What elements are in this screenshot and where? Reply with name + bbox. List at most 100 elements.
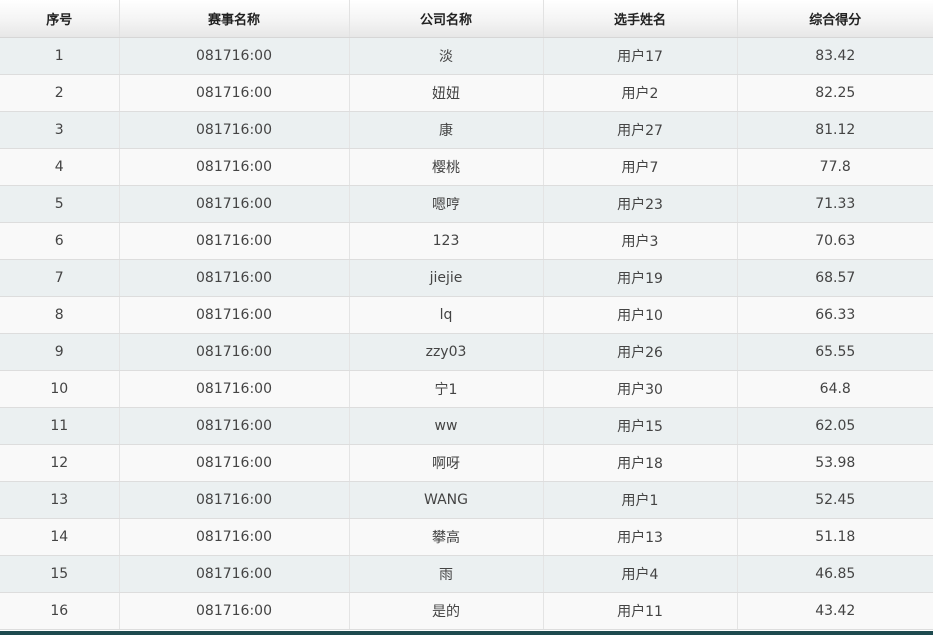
cell-index: 3 xyxy=(0,111,120,149)
table-row[interactable]: 9 081716:00 zzy03 用户26 65.55 xyxy=(0,333,933,371)
table-row[interactable]: 7 081716:00 jiejie 用户19 68.57 xyxy=(0,259,933,297)
cell-total-score: 71.33 xyxy=(737,185,933,223)
cell-total-score: 82.25 xyxy=(737,74,933,112)
header-player-name[interactable]: 选手姓名 xyxy=(543,0,738,38)
cell-total-score: 64.8 xyxy=(737,370,933,408)
cell-index: 4 xyxy=(0,148,120,186)
table-row[interactable]: 12 081716:00 啊呀 用户18 53.98 xyxy=(0,444,933,482)
cell-company-name: 妞妞 xyxy=(349,74,544,112)
cell-company-name: 啊呀 xyxy=(349,444,544,482)
cell-event-name: 081716:00 xyxy=(119,518,350,556)
cell-player-name: 用户18 xyxy=(543,444,738,482)
table-row[interactable]: 11 081716:00 ww 用户15 62.05 xyxy=(0,407,933,445)
cell-total-score: 53.98 xyxy=(737,444,933,482)
cell-index: 2 xyxy=(0,74,120,112)
cell-index: 12 xyxy=(0,444,120,482)
table-header: 序号 赛事名称 公司名称 选手姓名 综合得分 xyxy=(0,0,933,38)
cell-index: 7 xyxy=(0,259,120,297)
header-index[interactable]: 序号 xyxy=(0,0,120,38)
header-event-name[interactable]: 赛事名称 xyxy=(119,0,350,38)
cell-total-score: 81.12 xyxy=(737,111,933,149)
cell-company-name: 是的 xyxy=(349,592,544,630)
ranking-table: 序号 赛事名称 公司名称 选手姓名 综合得分 1 081716:00 淡用户17 83… xyxy=(0,0,933,630)
cell-player-name: 用户2 xyxy=(543,74,738,112)
cell-player-name: 用户30 xyxy=(543,370,738,408)
cell-index: 10 xyxy=(0,370,120,408)
header-row: 序号 赛事名称 公司名称 选手姓名 综合得分 xyxy=(0,0,933,38)
cell-player-name: 用户19 xyxy=(543,259,738,297)
cell-event-name: 081716:00 xyxy=(119,333,350,371)
cell-player-name: 用户17 xyxy=(543,37,738,75)
cell-total-score: 51.18 xyxy=(737,518,933,556)
cell-player-name: 用户13 xyxy=(543,518,738,556)
table-row[interactable]: 6 081716:00 123 用户3 70.63 xyxy=(0,222,933,260)
cell-player-name: 用户26 xyxy=(543,333,738,371)
cell-player-name: 用户27 xyxy=(543,111,738,149)
cell-total-score: 62.05 xyxy=(737,407,933,445)
table-row[interactable]: 5 081716:00 嗯哼 用户23 71.33 xyxy=(0,185,933,223)
cell-company-name: 雨 xyxy=(349,555,544,593)
cell-index: 13 xyxy=(0,481,120,519)
cell-total-score: 68.57 xyxy=(737,259,933,297)
table-row[interactable]: 14 081716:00 攀高 用户13 51.18 xyxy=(0,518,933,556)
table-body: 1 081716:00 淡用户17 83.42 2 081716:00 妞妞 用户2 82.25… xyxy=(0,37,933,630)
cell-player-name: 用户7 xyxy=(543,148,738,186)
table-row[interactable]: 13 081716:00 WANG 用户1 52.45 xyxy=(0,481,933,519)
cell-player-name: 用户11 xyxy=(543,592,738,630)
cell-total-score: 43.42 xyxy=(737,592,933,630)
cell-company-name: 康 xyxy=(349,111,544,149)
bottom-bar xyxy=(0,631,933,635)
cell-event-name: 081716:00 xyxy=(119,592,350,630)
cell-player-name: 用户15 xyxy=(543,407,738,445)
cell-total-score: 52.45 xyxy=(737,481,933,519)
cell-company-name: WANG xyxy=(349,481,544,519)
table-row[interactable]: 1 081716:00 淡用户17 83.42 xyxy=(0,37,933,75)
cell-index: 11 xyxy=(0,407,120,445)
cell-total-score: 70.63 xyxy=(737,222,933,260)
table-row[interactable]: 2 081716:00 妞妞 用户2 82.25 xyxy=(0,74,933,112)
cell-company-name: 宁1 xyxy=(349,370,544,408)
table-row[interactable]: 15 081716:00 雨用户4 46.85 xyxy=(0,555,933,593)
cell-player-name: 用户23 xyxy=(543,185,738,223)
header-company-name[interactable]: 公司名称 xyxy=(349,0,544,38)
cell-index: 14 xyxy=(0,518,120,556)
cell-total-score: 83.42 xyxy=(737,37,933,75)
cell-company-name: lq xyxy=(349,296,544,334)
cell-event-name: 081716:00 xyxy=(119,74,350,112)
cell-index: 9 xyxy=(0,333,120,371)
cell-total-score: 46.85 xyxy=(737,555,933,593)
cell-event-name: 081716:00 xyxy=(119,407,350,445)
cell-company-name: ww xyxy=(349,407,544,445)
cell-event-name: 081716:00 xyxy=(119,148,350,186)
cell-player-name: 用户10 xyxy=(543,296,738,334)
cell-index: 8 xyxy=(0,296,120,334)
table-row[interactable]: 16 081716:00 是的 用户11 43.42 xyxy=(0,592,933,630)
ranking-table-container: 序号 赛事名称 公司名称 选手姓名 综合得分 1 081716:00 淡用户17 83… xyxy=(0,0,933,635)
cell-index: 6 xyxy=(0,222,120,260)
table-row[interactable]: 4 081716:00 樱桃 用户7 77.8 xyxy=(0,148,933,186)
cell-company-name: jiejie xyxy=(349,259,544,297)
cell-index: 5 xyxy=(0,185,120,223)
table-row[interactable]: 10 081716:00 宁1 用户30 64.8 xyxy=(0,370,933,408)
cell-player-name: 用户4 xyxy=(543,555,738,593)
cell-company-name: zzy03 xyxy=(349,333,544,371)
cell-event-name: 081716:00 xyxy=(119,481,350,519)
table-row[interactable]: 3 081716:00 康用户27 81.12 xyxy=(0,111,933,149)
cell-event-name: 081716:00 xyxy=(119,555,350,593)
cell-index: 15 xyxy=(0,555,120,593)
cell-company-name: 嗯哼 xyxy=(349,185,544,223)
cell-player-name: 用户3 xyxy=(543,222,738,260)
cell-event-name: 081716:00 xyxy=(119,185,350,223)
cell-event-name: 081716:00 xyxy=(119,222,350,260)
header-total-score[interactable]: 综合得分 xyxy=(737,0,933,38)
cell-total-score: 77.8 xyxy=(737,148,933,186)
cell-index: 16 xyxy=(0,592,120,630)
cell-company-name: 攀高 xyxy=(349,518,544,556)
cell-event-name: 081716:00 xyxy=(119,296,350,334)
cell-total-score: 65.55 xyxy=(737,333,933,371)
table-row[interactable]: 8 081716:00 lq 用户10 66.33 xyxy=(0,296,933,334)
cell-event-name: 081716:00 xyxy=(119,259,350,297)
cell-event-name: 081716:00 xyxy=(119,111,350,149)
cell-company-name: 淡 xyxy=(349,37,544,75)
cell-event-name: 081716:00 xyxy=(119,37,350,75)
